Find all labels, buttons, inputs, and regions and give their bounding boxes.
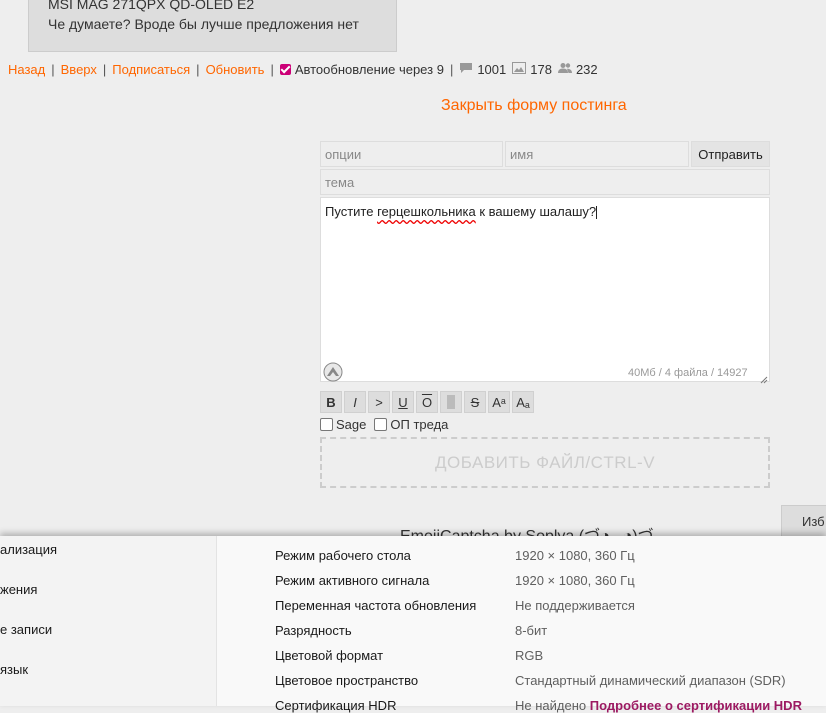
thread-nav: Назад | Вверх | Подписаться | Обновить |… xyxy=(8,60,598,78)
op-checkbox[interactable] xyxy=(374,418,388,431)
users-icon xyxy=(557,62,572,77)
sidebar-item-language[interactable]: язык xyxy=(0,662,28,677)
post-title: MSI MAG 271QPX QD-OLED E2 xyxy=(48,0,255,12)
strike-button[interactable]: S xyxy=(464,391,486,413)
underline-button[interactable]: U xyxy=(392,391,414,413)
subject-input[interactable]: тема xyxy=(320,169,770,195)
nav-separator: | xyxy=(270,61,274,77)
italic-button[interactable]: I xyxy=(344,391,366,413)
name-input[interactable]: имя xyxy=(505,141,689,167)
info-label: Цветовое пространство xyxy=(275,673,419,688)
autorefresh-label: Автообновление через 9 xyxy=(294,61,444,77)
options-input[interactable]: опции xyxy=(320,141,503,167)
info-value: RGB xyxy=(515,648,544,663)
post-text: Че думаете? Вроде бы лучше предложения н… xyxy=(48,16,359,32)
add-file-dropzone[interactable]: ДОБАВИТЬ ФАЙЛ/CTRL-V xyxy=(320,437,770,488)
resize-handle-icon[interactable] xyxy=(760,371,768,389)
users-count: 232 xyxy=(575,61,598,77)
favorites-button[interactable]: Изб xyxy=(781,505,826,539)
spoiler-button[interactable] xyxy=(440,391,462,413)
info-value: 1920 × 1080, 360 Гц xyxy=(515,573,635,588)
text-caret xyxy=(596,206,598,220)
info-value: 8-бит xyxy=(515,623,548,638)
settings-sidebar: ализация жения е записи язык xyxy=(0,536,217,706)
nav-separator: | xyxy=(102,61,107,77)
info-label: Разрядность xyxy=(275,623,352,638)
nav-separator: | xyxy=(449,61,454,77)
post-options: Sage ОП треда xyxy=(320,417,448,432)
message-text-start: Пустите xyxy=(325,204,378,219)
misspelled-word: герцешкольника xyxy=(377,204,476,219)
sage-label: Sage xyxy=(336,417,367,432)
send-button[interactable]: Отправить xyxy=(691,141,770,167)
sage-checkbox[interactable] xyxy=(320,418,333,431)
message-text-end: к вашему шалашу? xyxy=(475,204,597,219)
autorefresh-checkbox[interactable] xyxy=(279,63,291,75)
close-posting-form-link[interactable]: Закрыть форму постинга xyxy=(441,97,627,115)
superscript-button[interactable]: Aᵃ xyxy=(488,391,510,413)
info-label: Переменная частота обновления xyxy=(275,598,477,613)
sidebar-item-apps[interactable]: жения xyxy=(0,582,37,597)
sidebar-item-accounts[interactable]: е записи xyxy=(0,622,52,637)
quote-button[interactable]: > xyxy=(368,391,390,413)
upload-limits: 40Мб / 4 файла / 14927 xyxy=(628,367,748,379)
top-link[interactable]: Вверх xyxy=(61,62,97,77)
info-label: Режим рабочего стола xyxy=(275,548,411,563)
sidebar-item-personalization[interactable]: ализация xyxy=(0,542,57,557)
display-settings-window: ализация жения е записи язык Режим рабоч… xyxy=(0,536,826,713)
nav-separator: | xyxy=(51,61,55,77)
info-label: Цветовой формат xyxy=(275,648,384,663)
markup-toolbar: B I > U O S Aᵃ Aₐ xyxy=(320,391,534,413)
nav-separator: | xyxy=(196,61,200,77)
info-value: Не поддерживается xyxy=(515,598,635,613)
display-info-list: Режим рабочего стола 1920 × 1080, 360 Гц… xyxy=(217,536,826,713)
subscript-button[interactable]: Aₐ xyxy=(512,391,534,413)
posts-count: 1001 xyxy=(477,61,507,77)
subscribe-link[interactable]: Подписаться xyxy=(112,62,190,77)
op-label: ОП треда xyxy=(390,417,449,432)
images-count: 178 xyxy=(530,61,552,77)
info-label: Режим активного сигнала xyxy=(275,573,430,588)
overline-button[interactable]: O xyxy=(416,391,438,413)
back-link[interactable]: Назад xyxy=(8,62,45,77)
message-textarea[interactable]: Пустите герцешкольника к вашему шалашу? xyxy=(320,197,770,382)
posts-icon xyxy=(459,62,473,77)
images-icon xyxy=(512,61,527,77)
refresh-link[interactable]: Обновить xyxy=(206,62,265,77)
info-value: 1920 × 1080, 360 Гц xyxy=(515,548,635,563)
info-value: Стандартный динамический диапазон (SDR) xyxy=(515,673,786,688)
mascot-icon[interactable] xyxy=(323,362,343,387)
bold-button[interactable]: B xyxy=(320,391,342,413)
